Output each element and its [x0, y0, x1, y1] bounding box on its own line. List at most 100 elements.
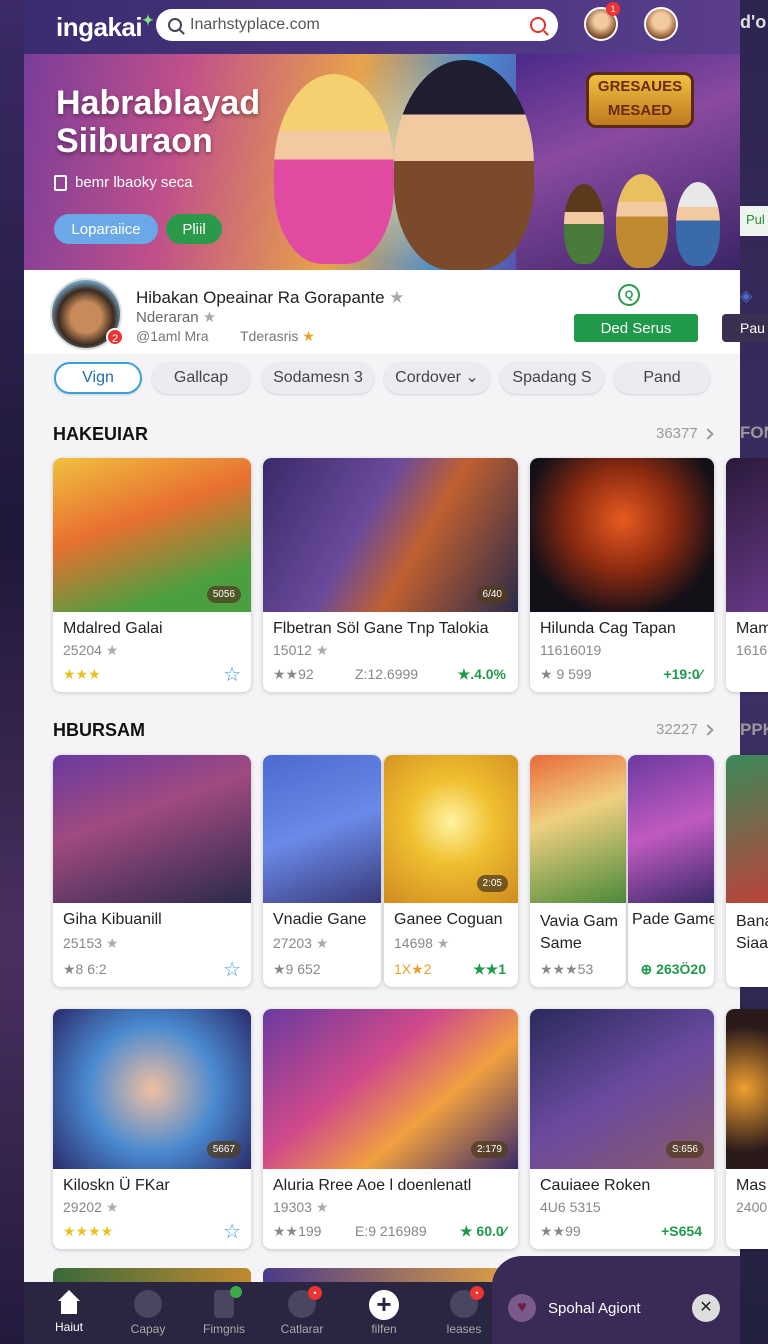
- hero-primary-button[interactable]: Loparaiice: [54, 214, 158, 244]
- follow-button[interactable]: Ded Serus: [574, 314, 698, 342]
- chip-spadang[interactable]: Spadang S: [500, 362, 604, 394]
- status-dot: [230, 1286, 242, 1298]
- game-title: Cauiaee Roken: [540, 1177, 651, 1194]
- game-thumbnail: [628, 755, 714, 903]
- favorite-star-icon[interactable]: ☆: [223, 662, 241, 687]
- game-card[interactable]: 2:179 Aluria Rree Aoe l doenlenatl 19303…: [263, 1009, 518, 1249]
- game-title: Giha Kibuanill: [63, 911, 162, 928]
- app-logo[interactable]: ingakai✦: [56, 12, 154, 43]
- game-downloads: 27203 ★: [273, 935, 329, 951]
- game-card[interactable]: Pade Game ⊕ 263Ö20: [628, 755, 714, 987]
- edge-pill[interactable]: Pul: [740, 206, 768, 236]
- filter-chips: Vign Gallcap Sodamesn 3 Cordover ⌄ Spada…: [24, 362, 740, 396]
- section-title: HAKEUIAR: [53, 424, 149, 444]
- growth-percent: ★.4.0%: [457, 666, 506, 682]
- game-card[interactable]: Giha Kibuanill 25153 ★ ★8 6:2 ☆: [53, 755, 251, 987]
- game-downloads: 14698 ★: [394, 935, 450, 951]
- rating-count: ★ 9 599: [540, 666, 592, 682]
- home-icon: [55, 1290, 83, 1316]
- game-thumbnail: [530, 755, 626, 903]
- growth-percent: +19:0⁄: [663, 666, 702, 682]
- game-downloads: 15012 ★: [273, 642, 329, 658]
- profile-avatar-button[interactable]: [644, 7, 678, 41]
- game-card[interactable]: Hilunda Cag Tapan 11616019 ★ 9 599 +19:0…: [530, 458, 714, 692]
- chevron-down-icon: ⌄: [465, 369, 479, 386]
- search-bar[interactable]: [156, 9, 558, 41]
- game-title: Aluria Rree Aoe l doenlenatl: [273, 1177, 472, 1194]
- game-card[interactable]: 5056 Mdalred Galai 25204 ★ ★★★ ☆: [53, 458, 251, 692]
- nav-chat[interactable]: Capay: [118, 1290, 178, 1336]
- game-thumbnail: [726, 458, 768, 612]
- game-card[interactable]: Mas 2400: [726, 1009, 768, 1249]
- game-card[interactable]: Vnadie Gane 27203 ★ ★9 652: [263, 755, 381, 987]
- game-title: Hilunda Cag Tapan: [540, 620, 676, 637]
- game-card[interactable]: 5667 Kiloskn Ü FKar 29202 ★ ★★★★ ☆: [53, 1009, 251, 1249]
- hero-secondary-button[interactable]: Pliil: [166, 214, 222, 244]
- rating-stars: ★★★: [63, 666, 101, 682]
- hero-banner[interactable]: GRESAUES MESAED Habrablayad Siiburaon be…: [24, 54, 740, 270]
- hero-character-small1: [564, 184, 604, 264]
- notif-badge: •: [308, 1286, 322, 1300]
- notification-badge: 1: [606, 2, 620, 16]
- game-size-badge: S:656: [665, 1141, 704, 1158]
- game-title: Kiloskn Ü FKar: [63, 1177, 170, 1194]
- rating-count: ★★★53: [540, 961, 594, 977]
- chip-pand[interactable]: Pand: [614, 362, 710, 394]
- search-input[interactable]: [190, 16, 530, 34]
- chip-sodamesn[interactable]: Sodamesn 3: [262, 362, 374, 394]
- edge-button[interactable]: Pau: [722, 314, 768, 342]
- game-card[interactable]: S:656 Cauiaee Roken 4U6 5315 ★★99 +S654: [530, 1009, 714, 1249]
- game-card[interactable]: Mam 1616: [726, 458, 768, 692]
- hero-character-small3: [676, 182, 720, 266]
- download-count: ⊕ 263Ö20: [640, 961, 706, 977]
- support-agent-popup[interactable]: ♥ Spohal Agiont ✕: [492, 1256, 740, 1344]
- nav-home[interactable]: Haiut: [39, 1290, 99, 1334]
- hero-sign: GRESAUES MESAED: [586, 72, 694, 128]
- favorite-star-icon[interactable]: ☆: [223, 1219, 241, 1244]
- chip-vign[interactable]: Vign: [54, 362, 142, 394]
- game-card[interactable]: Bana Siaa: [726, 755, 768, 987]
- nav-camera[interactable]: • Catlarar: [272, 1286, 332, 1336]
- game-title: Mdalred Galai: [63, 620, 163, 637]
- section-see-all[interactable]: 32227: [656, 721, 714, 738]
- heart-icon: ♥: [508, 1294, 536, 1322]
- game-card[interactable]: 6/40 Flbetran Söl Gane Tnp Talokia 15012…: [263, 458, 518, 692]
- rating-count: ★★99: [540, 1223, 581, 1239]
- chat-icon[interactable]: Q: [618, 284, 640, 306]
- game-downloads: 19303 ★: [273, 1199, 329, 1215]
- chip-cordover[interactable]: Cordover ⌄: [384, 362, 490, 394]
- close-button[interactable]: ✕: [692, 1294, 720, 1322]
- game-downloads: 25204 ★: [63, 642, 119, 658]
- profile-meta: @1aml Mra: [136, 328, 209, 344]
- edge-diamond-icon[interactable]: ◈: [740, 286, 752, 306]
- hero-character-small2: [616, 174, 668, 268]
- chip-gallcap[interactable]: Gallcap: [152, 362, 250, 394]
- search-submit-icon[interactable]: [530, 17, 546, 33]
- game-title: Vnadie Gane: [273, 911, 367, 928]
- rating-count: ★★199: [273, 1223, 322, 1239]
- game-title: Vavia Gam Same: [540, 913, 618, 952]
- nav-create[interactable]: + filfen: [354, 1290, 414, 1336]
- star-icon: ★: [302, 328, 315, 344]
- game-thumbnail: [726, 1009, 768, 1169]
- game-size-badge: 5056: [206, 586, 241, 603]
- notif-badge: •: [470, 1286, 484, 1300]
- nav-profile[interactable]: • leases: [434, 1286, 494, 1336]
- game-stat: Z:12.6999: [355, 666, 419, 682]
- nav-games[interactable]: Fimgnis: [194, 1286, 254, 1336]
- game-card[interactable]: Vavia Gam Same ★★★53: [530, 755, 626, 987]
- chevron-right-icon: [702, 724, 714, 736]
- rating-stars: 1X★2: [394, 961, 432, 977]
- favorite-star-icon[interactable]: ☆: [223, 957, 241, 982]
- section-see-all[interactable]: 36377: [656, 425, 714, 442]
- profile-badge: 2: [106, 328, 124, 346]
- support-label: Spohal Agiont: [548, 1300, 641, 1317]
- game-thumbnail: [530, 458, 714, 612]
- game-title: Mam: [736, 620, 768, 637]
- section-title: HBURSAM: [53, 720, 145, 740]
- game-card[interactable]: 2:05 Ganee Coguan 14698 ★ 1X★2 ★★1: [384, 755, 518, 987]
- game-title: Ganee Coguan: [394, 911, 503, 928]
- game-downloads: 1616: [736, 642, 768, 658]
- game-thumbnail: [53, 755, 251, 903]
- hero-title: Habrablayad Siiburaon: [56, 84, 261, 160]
